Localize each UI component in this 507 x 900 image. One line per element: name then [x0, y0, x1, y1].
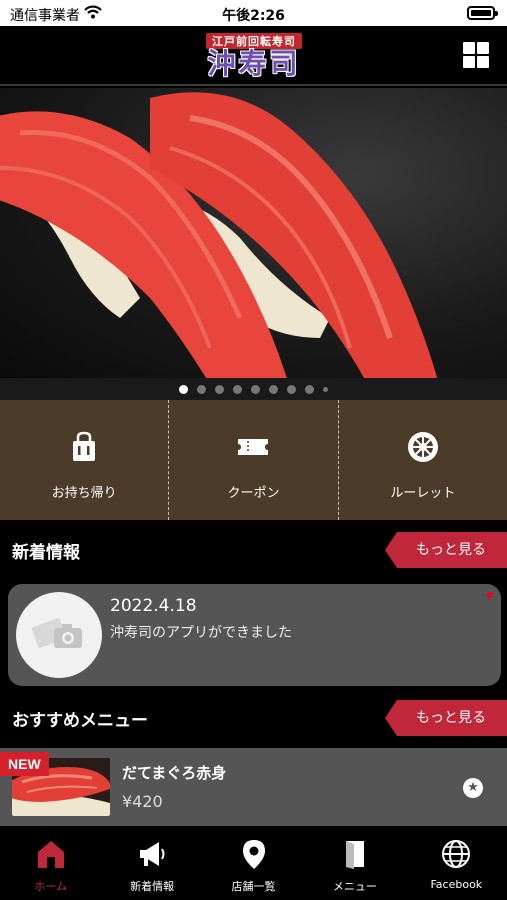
- grid-menu-icon[interactable]: [463, 42, 489, 68]
- tab-menu[interactable]: メニュー: [304, 826, 405, 900]
- carousel-dot[interactable]: [197, 384, 206, 394]
- news-section-header: 新着情報 もっと見る: [0, 530, 507, 570]
- recommend-section-header: おすすめメニュー もっと見る: [0, 698, 507, 738]
- photo-placeholder-icon: [31, 618, 82, 648]
- sushi-photo: [0, 92, 438, 378]
- carousel-dot[interactable]: [269, 384, 278, 394]
- carousel-dot[interactable]: [215, 384, 224, 394]
- menu-item-name: だてまぐろ赤身: [122, 764, 227, 782]
- carousel-indicator[interactable]: [0, 378, 507, 400]
- quick-menu: お持ち帰り クーポン ルーレット: [0, 400, 507, 520]
- quick-takeout-button[interactable]: お持ち帰り: [0, 400, 168, 520]
- clock: 午後2:26: [222, 8, 285, 24]
- tab-news-label: 新着情報: [130, 880, 175, 893]
- tab-home[interactable]: ホーム: [0, 826, 101, 900]
- status-bar: 通信事業者 午後2:26: [0, 0, 507, 26]
- news-more-button[interactable]: もっと見る: [385, 532, 507, 568]
- tab-home-label: ホーム: [34, 880, 68, 893]
- tab-facebook-label: Facebook: [430, 878, 483, 891]
- app-header: 江戸前回転寿司 沖寿司: [0, 26, 507, 86]
- logo-title: 沖寿司: [207, 47, 301, 80]
- tab-bar: ホーム 新着情報 店舗一覧 メニュー Facebook: [0, 826, 507, 900]
- star-icon[interactable]: ★: [463, 778, 483, 798]
- carousel-dot[interactable]: [179, 384, 188, 394]
- tab-stores-label: 店舗一覧: [231, 880, 276, 893]
- news-date: 2022.4.18: [110, 596, 197, 616]
- map-pin-icon: [242, 840, 265, 869]
- news-thumbnail: [16, 592, 102, 678]
- carousel-dot[interactable]: [323, 386, 328, 392]
- news-text: 沖寿司のアプリができました: [110, 625, 292, 641]
- quick-coupon-label: クーポン: [227, 486, 280, 501]
- carousel-dot[interactable]: [233, 384, 242, 394]
- menu-item[interactable]: NEW だてまぐろ赤身 ¥420 ★: [0, 748, 507, 826]
- globe-icon: [442, 840, 471, 868]
- carousel-dot[interactable]: [251, 384, 260, 394]
- home-icon: [37, 841, 64, 868]
- menu-item-price: ¥420: [122, 792, 163, 811]
- news-section-title: 新着情報: [12, 543, 80, 563]
- unread-dot: [487, 592, 493, 598]
- roulette-icon: [407, 432, 438, 462]
- news-card[interactable]: 2022.4.18 沖寿司のアプリができました: [8, 584, 501, 686]
- app-logo[interactable]: 江戸前回転寿司 沖寿司: [190, 30, 318, 82]
- recommend-more-button[interactable]: もっと見る: [385, 700, 507, 736]
- recommend-section-title: おすすめメニュー: [12, 711, 148, 731]
- carousel-dot[interactable]: [287, 384, 296, 394]
- menu-book-icon: [345, 841, 364, 869]
- carousel-dot[interactable]: [305, 384, 314, 394]
- tab-menu-label: メニュー: [332, 880, 377, 893]
- quick-takeout-label: お持ち帰り: [51, 486, 117, 501]
- ticket-icon: [238, 439, 269, 455]
- battery-icon: [467, 6, 498, 20]
- tab-facebook[interactable]: Facebook: [406, 826, 507, 900]
- quick-coupon-button[interactable]: クーポン: [168, 400, 337, 520]
- tab-news[interactable]: 新着情報: [101, 826, 202, 900]
- quick-roulette-label: ルーレット: [390, 486, 456, 501]
- tab-stores[interactable]: 店舗一覧: [203, 826, 304, 900]
- quick-roulette-button[interactable]: ルーレット: [337, 400, 507, 520]
- takeout-bag-icon: [73, 431, 96, 461]
- megaphone-icon: [140, 842, 165, 866]
- new-badge: NEW: [0, 752, 49, 776]
- hero-carousel[interactable]: [0, 88, 507, 378]
